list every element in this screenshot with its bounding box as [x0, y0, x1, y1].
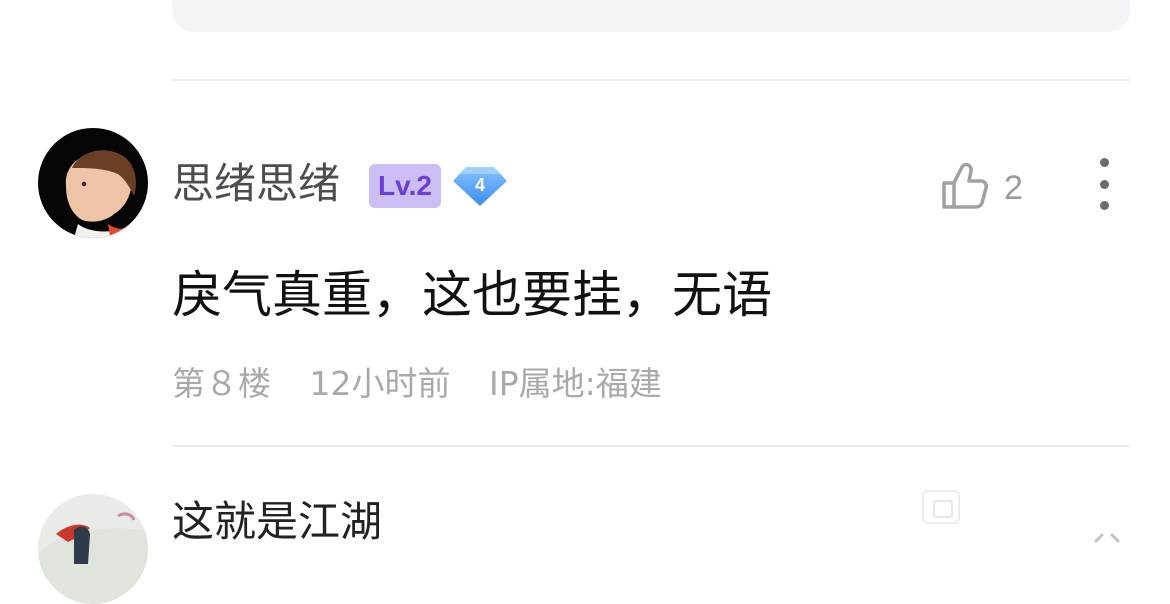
level-badge: Lv.2	[369, 164, 441, 208]
avatar[interactable]	[38, 494, 148, 604]
more-vertical-icon[interactable]	[1086, 158, 1122, 210]
ip-location: IP属地:福建	[489, 364, 662, 403]
divider	[172, 445, 1130, 447]
divider	[172, 79, 1130, 81]
thumbs-up-icon[interactable]	[940, 161, 988, 215]
comment-time: 12小时前	[309, 364, 451, 403]
avatar[interactable]	[38, 128, 148, 238]
image-icon[interactable]	[922, 490, 960, 524]
comment-username[interactable]: 思绪思绪	[172, 158, 340, 210]
comment-meta: 第８楼 12小时前 IP属地:福建	[172, 362, 690, 406]
previous-reply-box[interactable]	[172, 0, 1130, 32]
like-button[interactable]: 2	[940, 160, 1040, 216]
floor-number: 第８楼	[172, 364, 271, 403]
more-icon[interactable]	[1092, 528, 1122, 543]
next-comment-username[interactable]: 这就是江湖	[172, 496, 382, 548]
comment-text: 戾气真重，这也要挂，无语	[172, 266, 772, 324]
fan-badge-number: 4	[475, 175, 485, 195]
diamond-badge-icon: 4	[452, 164, 508, 208]
like-count: 2	[1004, 168, 1023, 207]
